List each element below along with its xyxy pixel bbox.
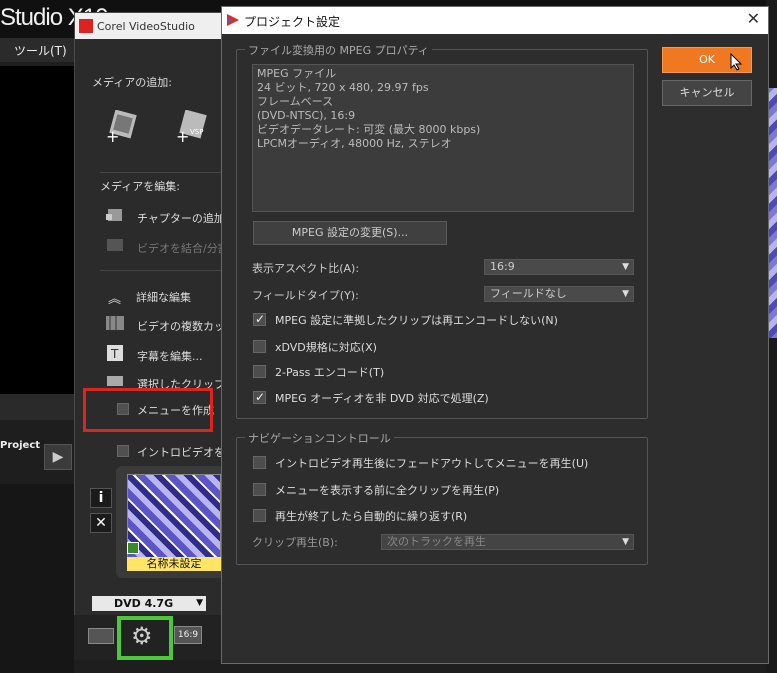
preview-area	[0, 66, 74, 394]
file-info-line: LPCMオーディオ, 48000 Hz, ステレオ	[257, 137, 452, 150]
play-all-clips-label: メニューを表示する前に全クリップを再生(P)	[275, 484, 500, 497]
video-merge-button[interactable]: ビデオを結合/分割	[137, 240, 229, 256]
project-settings-dialog: プロジェクト設定 ✕ ファイル変換用の MPEG プロパティ MPEG ファイル…	[221, 6, 769, 664]
mouse-cursor-icon	[730, 53, 742, 71]
menu-template-thumbnail[interactable]	[127, 474, 221, 558]
mpeg-group-legend: ファイル変換用の MPEG プロパティ	[245, 42, 432, 58]
add-video-icon[interactable]: +	[104, 110, 138, 144]
subtitle-icon: T	[107, 345, 123, 361]
chapter-list-icon[interactable]	[88, 628, 114, 644]
close-icon[interactable]: ✕	[747, 10, 760, 28]
chevron-down-icon: ▼	[622, 289, 629, 299]
aspect-ratio-icon[interactable]: 16:9	[174, 626, 202, 644]
detailed-edit-button[interactable]: 詳細な編集	[136, 289, 191, 305]
file-info-box: MPEG ファイル 24 ビット, 720 x 480, 29.97 fps フ…	[252, 64, 634, 212]
edit-subtitles-button[interactable]: 字幕を編集...	[137, 348, 203, 364]
xdvd-label: xDVD規格に対応(X)	[275, 341, 377, 354]
chapter-icon	[106, 209, 122, 221]
corel-app-icon	[79, 19, 93, 33]
file-info-line: MPEG ファイル	[257, 67, 337, 80]
cancel-button[interactable]: キャンセル	[662, 80, 752, 106]
collapse-icon[interactable]: ︽	[108, 288, 121, 307]
dialog-title: プロジェクト設定	[244, 15, 341, 29]
no-reencode-checkbox[interactable]	[253, 312, 266, 326]
aspect-label: 表示アスペクト比(A):	[252, 262, 360, 275]
field-type-select[interactable]: フィールドなし ▼	[484, 286, 634, 302]
divider	[100, 270, 222, 271]
add-media-heading: メディアの追加:	[92, 76, 172, 89]
mpeg-audio-label: MPEG オーディオを非 DVD 対応で処理(Z)	[275, 392, 489, 405]
mpeg-settings-button[interactable]: MPEG 設定の変更(S)...	[253, 221, 447, 245]
highlight-create-menu	[83, 388, 213, 432]
auto-repeat-label: 再生が終了したら自動的に繰り返す(R)	[275, 510, 468, 523]
fade-out-intro-checkbox[interactable]	[253, 456, 266, 469]
svg-text:+: +	[106, 127, 119, 144]
file-info-line: フレームベース	[257, 95, 334, 108]
clip-play-value: 次のトラックを再生	[387, 535, 486, 548]
two-pass-label: 2-Pass エンコード(T)	[275, 366, 385, 379]
intro-video-checkbox[interactable]	[117, 445, 129, 457]
aspect-select[interactable]: 16:9 ▼	[484, 259, 634, 275]
aspect-value: 16:9	[490, 260, 515, 273]
file-info-line: (DVD-NTSC), 16:9	[257, 109, 356, 122]
file-info-line: ビデオデータレート: 可変 (最大 8000 kbps)	[257, 123, 481, 136]
auto-repeat-checkbox[interactable]	[253, 509, 266, 522]
dialog-titlebar: プロジェクト設定 ✕	[222, 7, 768, 34]
delete-button[interactable]: ✕	[90, 513, 112, 533]
timeline-area	[0, 484, 74, 673]
fade-out-intro-label: イントロビデオ再生後にフェードアウトしてメニューを再生(U)	[275, 457, 589, 470]
svg-text:VSP: VSP	[190, 128, 203, 136]
field-type-label: フィールドタイプ(Y):	[252, 289, 359, 302]
corel-window-title: Corel VideoStudio	[97, 20, 195, 33]
add-vsp-icon[interactable]: VSP +	[174, 110, 208, 144]
menu-tools[interactable]: ツール(T)	[14, 42, 67, 59]
edit-media-heading: メディアを編集:	[100, 180, 180, 193]
timeline-bar	[0, 394, 74, 420]
mpeg-audio-checkbox[interactable]	[253, 390, 266, 404]
svg-text:T: T	[110, 347, 119, 361]
chevron-down-icon: ▼	[622, 537, 629, 547]
film-icon	[127, 542, 139, 554]
multi-cut-icon	[106, 316, 124, 330]
play-button[interactable]: ▶	[44, 444, 72, 470]
chevron-down-icon: ▼	[622, 262, 629, 272]
play-all-clips-checkbox[interactable]	[253, 483, 266, 496]
disc-type-select[interactable]: DVD 4.7G ▼	[92, 596, 206, 611]
svg-text:+: +	[176, 127, 189, 144]
highlight-settings	[117, 616, 173, 660]
merge-icon	[107, 239, 123, 251]
disc-type-value: DVD 4.7G	[114, 597, 174, 610]
divider	[100, 172, 222, 173]
app-icon	[227, 14, 239, 26]
xdvd-checkbox[interactable]	[253, 340, 266, 353]
project-label: Project	[0, 440, 41, 451]
field-type-value: フィールドなし	[490, 287, 567, 300]
file-info-line: 24 ビット, 720 x 480, 29.97 fps	[257, 81, 429, 94]
chevron-down-icon: ▼	[196, 598, 203, 608]
clip-play-select[interactable]: 次のトラックを再生 ▼	[381, 534, 634, 550]
menu-name-label: 名称未設定	[127, 557, 221, 571]
no-reencode-label: MPEG 設定に準拠したクリップは再エンコードしない(N)	[275, 314, 558, 327]
two-pass-checkbox[interactable]	[253, 365, 266, 378]
info-button[interactable]: i	[90, 488, 112, 508]
clip-play-label: クリップ再生(B):	[252, 536, 338, 549]
corel-titlebar: Corel VideoStudio	[75, 13, 223, 39]
nav-group-legend: ナビゲーションコントロール	[245, 430, 394, 446]
